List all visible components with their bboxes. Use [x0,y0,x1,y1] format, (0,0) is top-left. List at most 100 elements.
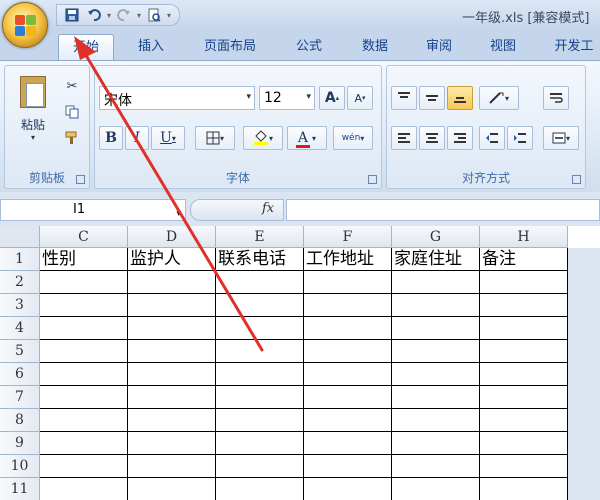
italic-button[interactable]: I [125,126,149,150]
customize-icon[interactable]: ▾ [167,11,171,20]
align-bottom-button[interactable] [447,86,473,110]
row-header[interactable]: 5 [0,340,40,363]
tab-insert[interactable]: 插入 [126,34,176,60]
cell-g1[interactable]: 家庭住址 [392,248,480,271]
cell-h6[interactable] [480,363,568,386]
tab-data[interactable]: 数据 [350,34,400,60]
cell-f3[interactable] [304,294,392,317]
cell-g4[interactable] [392,317,480,340]
undo-dropdown-icon[interactable]: ▾ [107,11,111,20]
clipboard-launcher-icon[interactable] [76,175,85,184]
cell-c5[interactable] [40,340,128,363]
cell-g6[interactable] [392,363,480,386]
orientation-button[interactable]: ▾ [479,86,519,110]
cell-d6[interactable] [128,363,216,386]
cell-f11[interactable] [304,478,392,500]
column-header-e[interactable]: E [216,226,304,248]
cell-d2[interactable] [128,271,216,294]
cell-c10[interactable] [40,455,128,478]
cell-h3[interactable] [480,294,568,317]
row-header[interactable]: 3 [0,294,40,317]
redo-icon[interactable] [115,7,133,23]
font-launcher-icon[interactable] [368,175,377,184]
row-header[interactable]: 6 [0,363,40,386]
column-header-f[interactable]: F [304,226,392,248]
row-header[interactable]: 8 [0,409,40,432]
cell-h10[interactable] [480,455,568,478]
cell-e11[interactable] [216,478,304,500]
cell-d4[interactable] [128,317,216,340]
cell-e8[interactable] [216,409,304,432]
cell-c9[interactable] [40,432,128,455]
cell-e1[interactable]: 联系电话 [216,248,304,271]
column-header-c[interactable]: C [40,226,128,248]
tab-page-layout[interactable]: 页面布局 [192,34,268,60]
align-left-button[interactable] [391,126,417,150]
cell-g2[interactable] [392,271,480,294]
cell-g3[interactable] [392,294,480,317]
row-header[interactable]: 9 [0,432,40,455]
grow-font-button[interactable]: A ▴ [319,86,345,110]
cell-c11[interactable] [40,478,128,500]
undo-icon[interactable] [85,7,103,23]
cell-d3[interactable] [128,294,216,317]
cell-c6[interactable] [40,363,128,386]
row-header[interactable]: 4 [0,317,40,340]
cell-h1[interactable]: 备注 [480,248,568,271]
cell-d5[interactable] [128,340,216,363]
cell-g8[interactable] [392,409,480,432]
underline-button[interactable]: U ▾ [151,126,185,150]
cell-d7[interactable] [128,386,216,409]
cell-c8[interactable] [40,409,128,432]
cell-g9[interactable] [392,432,480,455]
cell-c7[interactable] [40,386,128,409]
save-icon[interactable] [63,7,81,23]
cell-g7[interactable] [392,386,480,409]
cell-d8[interactable] [128,409,216,432]
decrease-indent-button[interactable] [479,126,505,150]
wrap-text-button[interactable] [543,86,569,110]
cell-g11[interactable] [392,478,480,500]
phonetic-button[interactable]: wén ▾ [333,126,373,150]
cell-f1[interactable]: 工作地址 [304,248,392,271]
cell-c1[interactable]: 性别 [40,248,128,271]
select-all-corner[interactable] [0,226,40,248]
redo-dropdown-icon[interactable]: ▾ [137,11,141,20]
cell-d10[interactable] [128,455,216,478]
cell-d9[interactable] [128,432,216,455]
cell-f4[interactable] [304,317,392,340]
cell-e6[interactable] [216,363,304,386]
cell-g5[interactable] [392,340,480,363]
office-button[interactable] [2,2,48,48]
cell-h5[interactable] [480,340,568,363]
cell-d1[interactable]: 监护人 [128,248,216,271]
column-header-g[interactable]: G [392,226,480,248]
cell-e2[interactable] [216,271,304,294]
increase-indent-button[interactable] [507,126,533,150]
cell-h11[interactable] [480,478,568,500]
cell-f8[interactable] [304,409,392,432]
column-header-h[interactable]: H [480,226,568,248]
cell-e4[interactable] [216,317,304,340]
merge-center-button[interactable]: ▾ [543,126,579,150]
paste-button[interactable]: 粘贴 ▾ [11,72,55,152]
row-header[interactable]: 10 [0,455,40,478]
cell-h8[interactable] [480,409,568,432]
cell-f10[interactable] [304,455,392,478]
tab-formulas[interactable]: 公式 [284,34,334,60]
cell-g10[interactable] [392,455,480,478]
format-painter-icon[interactable] [61,128,83,148]
cut-icon[interactable]: ✂ [61,76,83,96]
insert-function-icon[interactable]: fx [262,201,274,216]
bold-button[interactable]: B [99,126,123,150]
tab-view[interactable]: 视图 [478,34,528,60]
cell-e7[interactable] [216,386,304,409]
alignment-launcher-icon[interactable] [572,175,581,184]
row-header[interactable]: 11 [0,478,40,500]
cell-f5[interactable] [304,340,392,363]
cell-e5[interactable] [216,340,304,363]
column-header-d[interactable]: D [128,226,216,248]
name-box[interactable]: I1 ▾ [0,199,186,221]
cell-f2[interactable] [304,271,392,294]
font-color-button[interactable]: A ▾ [287,126,327,150]
